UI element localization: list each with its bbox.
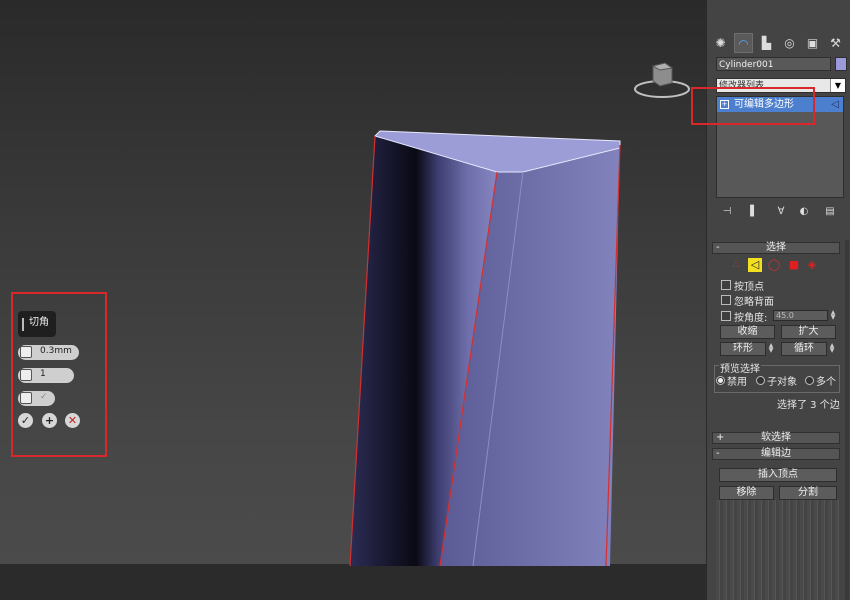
segments-icon — [20, 369, 32, 381]
selection-rollout-title: 选择 — [766, 242, 786, 253]
preview-subobject-label: 子对象 — [767, 377, 797, 388]
preview-multi-radio[interactable] — [805, 376, 814, 385]
spinner-arrows-icon[interactable]: ▲ ▼ — [829, 310, 837, 321]
edge-mode-icon[interactable]: ◁ — [748, 258, 762, 272]
object-color-swatch[interactable] — [835, 57, 847, 71]
soft-selection-rollout-header[interactable]: + 软选择 — [712, 432, 840, 444]
split-button[interactable]: 分割 — [779, 486, 837, 500]
ignore-backfacing-checkbox[interactable] — [721, 295, 731, 305]
segments-field[interactable]: 1 — [18, 368, 74, 383]
remove-modifier-icon[interactable]: ◐ — [797, 205, 811, 219]
vertex-mode-icon[interactable]: ∴ — [729, 258, 743, 272]
panel-lower-area — [716, 500, 840, 600]
caddy-title-label: 切角 — [29, 317, 49, 328]
preview-multi-label: 多个 — [816, 377, 836, 388]
cancel-button[interactable]: ✕ — [65, 413, 80, 428]
chamfer-amount-value[interactable]: 0.3mm — [40, 346, 72, 356]
panel-scrollbar[interactable] — [845, 240, 849, 600]
polygon-mode-icon[interactable]: ■ — [787, 258, 801, 272]
ok-button[interactable]: ✓ — [18, 413, 33, 428]
create-tab-icon[interactable]: ✺ — [711, 33, 730, 53]
pin-stack-icon[interactable]: ⊣ — [720, 205, 734, 219]
preview-off-radio[interactable] — [716, 376, 725, 385]
check-small-icon: ✓ — [40, 392, 48, 402]
ignore-backfacing-label: 忽略背面 — [734, 297, 774, 308]
edge-mode-icon: ◁ — [831, 99, 839, 110]
chamfer-amount-field[interactable]: 0.3mm — [18, 345, 79, 360]
border-mode-icon[interactable]: ◯ — [767, 258, 781, 272]
open-chamfer-toggle[interactable]: ✓ — [18, 391, 55, 406]
expand-icon: + — [716, 432, 725, 443]
by-vertex-checkbox[interactable] — [721, 280, 731, 290]
loop-button[interactable]: 循环 — [781, 342, 827, 356]
motion-tab-icon[interactable]: ◎ — [780, 33, 799, 53]
soft-selection-title: 软选择 — [761, 432, 791, 443]
shrink-button[interactable]: 收缩 — [720, 325, 775, 339]
collapse-icon: - — [716, 448, 720, 459]
utilities-tab-icon[interactable]: ⚒ — [826, 33, 845, 53]
apply-continue-button[interactable]: + — [42, 413, 57, 428]
preview-off-label: 禁用 — [727, 377, 747, 388]
open-chamfer-icon — [20, 392, 32, 404]
ring-spinner-icon[interactable]: ▲ ▼ — [767, 343, 775, 354]
by-vertex-label: 按顶点 — [734, 282, 764, 293]
show-end-result-icon[interactable]: ▌ — [747, 205, 761, 219]
hierarchy-tab-icon[interactable]: ▙ — [757, 33, 776, 53]
modify-tab-icon[interactable]: ◠ — [734, 33, 753, 53]
loop-spinner-icon[interactable]: ▲ ▼ — [828, 343, 836, 354]
collapse-icon: - — [716, 242, 720, 253]
display-tab-icon[interactable]: ▣ — [803, 33, 822, 53]
remove-button[interactable]: 移除 — [719, 486, 774, 500]
element-mode-icon[interactable]: ◈ — [805, 258, 819, 272]
edit-edges-rollout-header[interactable]: - 编辑边 — [712, 448, 840, 460]
modifier-highlight-box — [691, 87, 815, 125]
grow-button[interactable]: 扩大 — [781, 325, 836, 339]
preview-subobject-radio[interactable] — [756, 376, 765, 385]
insert-vertex-button[interactable]: 插入顶点 — [719, 468, 837, 482]
selection-rollout-header[interactable]: - 选择 — [712, 242, 840, 254]
make-unique-icon[interactable]: ∀ — [774, 205, 788, 219]
angle-spinner-field[interactable]: 45.0 — [773, 310, 828, 321]
by-angle-label: 按角度: — [734, 313, 768, 324]
configure-sets-icon[interactable]: ▤ — [823, 205, 837, 219]
by-angle-checkbox[interactable] — [721, 311, 731, 321]
selection-status-text: 选择了 3 个边 — [777, 400, 840, 411]
ring-button[interactable]: 环形 — [720, 342, 766, 356]
edit-edges-title: 编辑边 — [761, 448, 791, 459]
caddy-title[interactable]: 切角 — [18, 311, 56, 337]
chevron-down-icon[interactable]: ▼ — [830, 79, 845, 92]
object-name-field[interactable]: Cylinder001 — [716, 57, 831, 71]
segments-value[interactable]: 1 — [40, 369, 46, 379]
chamfer-amount-icon — [20, 346, 32, 358]
